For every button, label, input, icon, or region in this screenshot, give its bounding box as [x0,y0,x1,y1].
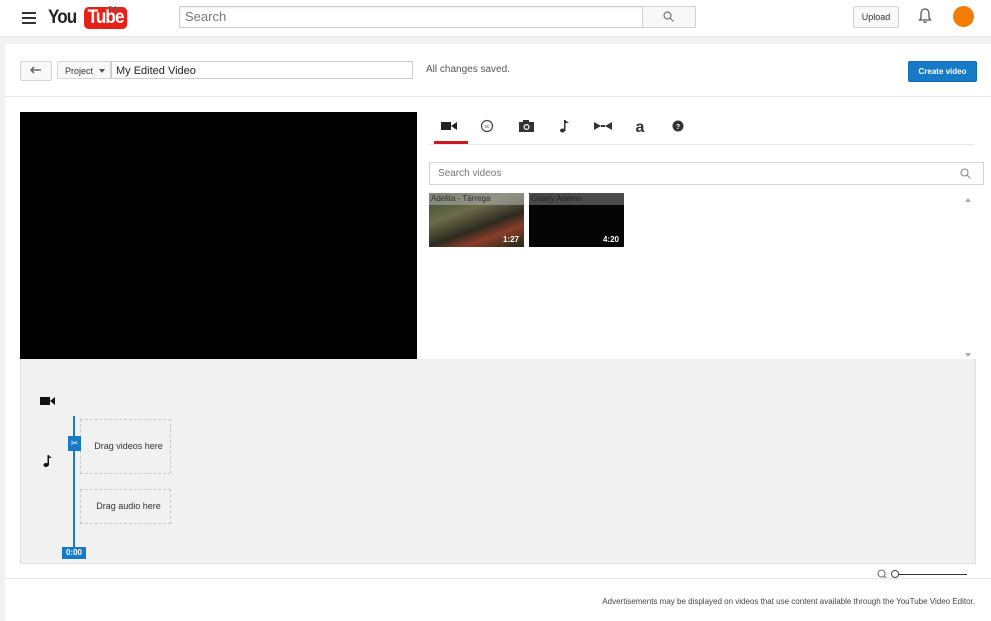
text-a-icon: a [636,119,645,136]
video-camera-icon [441,122,457,130]
tab-photos[interactable] [513,114,543,144]
zoom-slider-handle[interactable] [891,570,899,578]
svg-text:a: a [636,119,645,136]
editor-toolbar: Project My Edited Video All changes save… [5,44,991,97]
project-dropdown[interactable]: Project [57,61,111,79]
music-note-icon [43,455,52,467]
tab-audio[interactable] [551,114,581,144]
video-duration: 4:20 [602,235,619,244]
creative-commons-icon: cc [480,119,494,133]
footer-text: Advertisements may be displayed on video… [602,597,975,606]
back-arrow-icon [30,66,41,74]
camera-icon [519,120,534,132]
search-icon[interactable] [960,168,971,179]
video-camera-icon [40,397,55,405]
video-duration: 1:27 [502,235,519,244]
tab-help[interactable]: ? [665,114,695,144]
tab-transitions[interactable] [589,114,619,144]
search-button[interactable] [642,6,696,28]
project-label: Project [65,66,94,76]
scroll-up-icon[interactable] [965,198,971,202]
video-title: Gnarly Anemo [531,194,582,203]
masthead: You Tube CA Search Upload [0,0,991,37]
zoom-slider-track [897,574,967,575]
video-results: Adelita - Tárrega 1:27 Gnarly Anemo 4:20 [429,193,961,361]
svg-text:cc: cc [485,124,491,130]
transition-icon [594,122,612,130]
logo-tube-text: Tube [84,7,128,29]
audio-drop-label: Drag audio here [96,501,161,511]
tab-creative-commons[interactable]: cc [474,114,504,144]
svg-text:?: ? [676,124,680,131]
search-videos-placeholder: Search videos [438,168,502,179]
help-icon: ? [672,120,684,132]
footer: Advertisements may be displayed on video… [5,579,991,621]
create-video-button[interactable]: Create video [908,61,977,82]
timeline: Drag videos here Drag audio here ✂ 0:00 [20,359,976,580]
bell-icon[interactable] [918,7,932,30]
scissors-icon[interactable]: ✂ [68,436,81,451]
save-status: All changes saved. [426,64,510,75]
video-drop-zone[interactable]: Drag videos here [80,419,171,474]
search-videos-input[interactable]: Search videos [429,162,984,185]
menu-icon[interactable] [22,9,36,25]
media-tabs: cc a ? [429,114,975,145]
music-note-icon [560,120,569,133]
video-preview[interactable] [20,112,417,359]
video-drop-label: Drag videos here [94,441,163,451]
scroll-down-icon[interactable] [965,353,971,357]
tab-titles[interactable]: a [627,114,657,144]
video-thumbnail[interactable]: Gnarly Anemo 4:20 [529,193,624,247]
audio-drop-zone[interactable]: Drag audio here [80,489,171,524]
video-thumbnail[interactable]: Adelita - Tárrega 1:27 [429,193,524,247]
project-title-input[interactable]: My Edited Video [111,61,413,79]
back-button[interactable] [20,61,52,81]
playhead-time: 0:00 [62,547,86,559]
video-title: Adelita - Tárrega [431,194,491,203]
chevron-down-icon [99,69,105,73]
editor-panel: Project My Edited Video All changes save… [5,44,991,580]
search-icon [663,11,674,22]
logo-country-code: CA [107,5,119,14]
search-input[interactable]: Search [179,6,648,28]
avatar[interactable] [953,6,974,27]
tab-videos[interactable] [434,114,468,144]
logo-you-text: You [48,7,77,28]
results-scrollbar[interactable] [962,192,974,361]
upload-button[interactable]: Upload [853,6,899,28]
